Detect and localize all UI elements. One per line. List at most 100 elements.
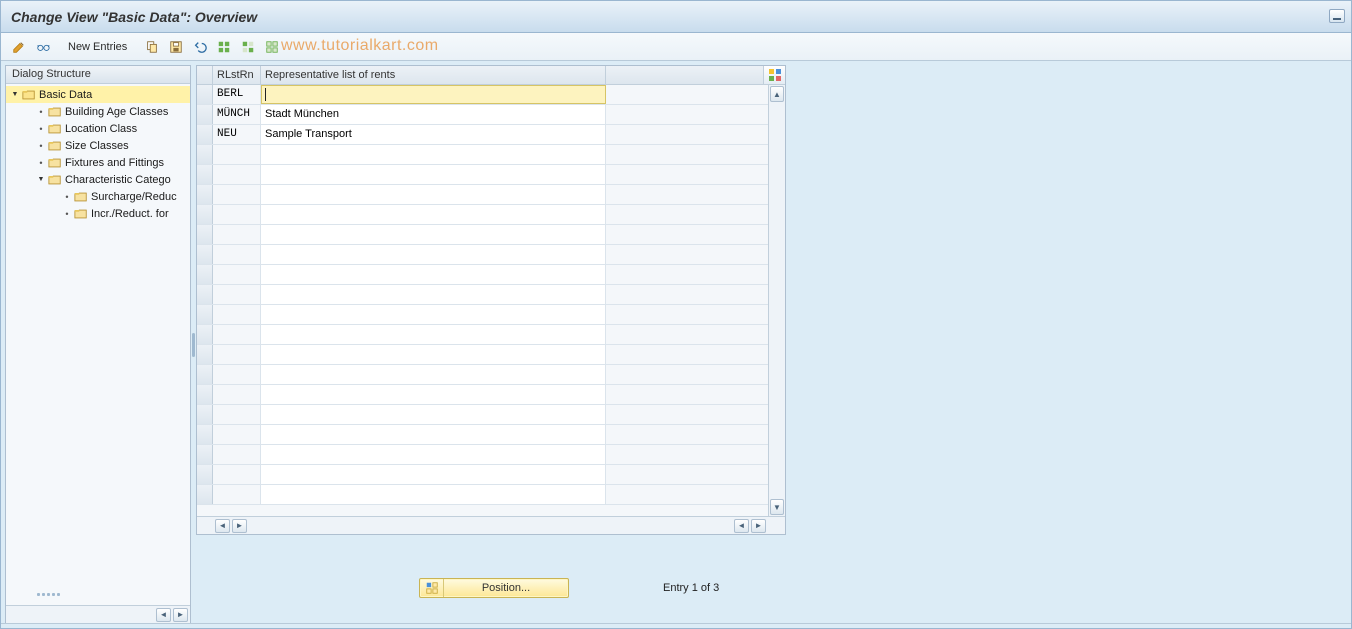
scroll-left-icon[interactable]: ◄ xyxy=(734,519,749,533)
scroll-right-icon[interactable]: ► xyxy=(173,608,188,622)
cell-rlstrn[interactable] xyxy=(213,405,261,424)
row-selector[interactable] xyxy=(197,85,213,104)
cell-rlstrn[interactable] xyxy=(213,365,261,384)
row-selector[interactable] xyxy=(197,325,213,344)
row-selector[interactable] xyxy=(197,365,213,384)
select-all-icon[interactable] xyxy=(214,37,234,57)
cell-representative-list[interactable] xyxy=(261,185,606,204)
scroll-right-icon[interactable]: ► xyxy=(751,519,766,533)
cell-representative-list[interactable] xyxy=(261,385,606,404)
save-icon[interactable] xyxy=(166,37,186,57)
select-block-icon[interactable] xyxy=(238,37,258,57)
row-selector[interactable] xyxy=(197,125,213,144)
row-selector[interactable] xyxy=(197,245,213,264)
cell-representative-list[interactable] xyxy=(261,465,606,484)
tree-node[interactable]: Fixtures and Fittings xyxy=(6,154,190,171)
row-selector[interactable] xyxy=(197,385,213,404)
column-header-rlstrn[interactable]: RLstRn xyxy=(213,66,261,84)
cell-rlstrn[interactable] xyxy=(213,225,261,244)
cell-rlstrn[interactable] xyxy=(213,285,261,304)
scroll-track[interactable] xyxy=(769,103,785,498)
row-selector[interactable] xyxy=(197,345,213,364)
cell-representative-list[interactable] xyxy=(261,145,606,164)
cell-representative-list[interactable] xyxy=(261,485,606,504)
cell-rlstrn[interactable] xyxy=(213,165,261,184)
configure-columns-button[interactable] xyxy=(763,66,785,84)
cell-rlstrn[interactable] xyxy=(213,305,261,324)
select-all-column-header[interactable] xyxy=(197,66,213,84)
dialog-structure-tree[interactable]: Basic DataBuilding Age ClassesLocation C… xyxy=(6,84,190,605)
tree-node[interactable]: Basic Data xyxy=(6,86,190,103)
row-selector[interactable] xyxy=(197,485,213,504)
cell-rlstrn[interactable] xyxy=(213,345,261,364)
cell-representative-list[interactable] xyxy=(261,225,606,244)
row-selector[interactable] xyxy=(197,105,213,124)
cell-representative-list[interactable] xyxy=(261,165,606,184)
cell-representative-list[interactable] xyxy=(261,85,606,104)
tree-node[interactable]: Incr./Reduct. for xyxy=(6,205,190,222)
row-selector[interactable] xyxy=(197,465,213,484)
pencil-icon[interactable] xyxy=(9,37,29,57)
cell-rlstrn[interactable] xyxy=(213,485,261,504)
cell-rlstrn[interactable]: BERL xyxy=(213,85,261,104)
copy-icon[interactable] xyxy=(142,37,162,57)
grid-horizontal-scrollbar[interactable]: ◄ ► ◄ ► xyxy=(197,516,785,534)
scroll-down-icon[interactable]: ▼ xyxy=(770,499,784,515)
row-selector[interactable] xyxy=(197,405,213,424)
cell-representative-list[interactable] xyxy=(261,425,606,444)
cell-rlstrn[interactable] xyxy=(213,145,261,164)
scroll-left-icon[interactable]: ◄ xyxy=(156,608,171,622)
cell-rlstrn[interactable] xyxy=(213,205,261,224)
scroll-up-icon[interactable]: ▲ xyxy=(770,86,784,102)
cell-representative-list[interactable] xyxy=(261,265,606,284)
tree-horizontal-scrollbar[interactable]: ◄ ► xyxy=(6,605,190,623)
cell-representative-list[interactable] xyxy=(261,305,606,324)
row-selector[interactable] xyxy=(197,205,213,224)
glasses-icon[interactable] xyxy=(33,37,53,57)
cell-representative-list[interactable] xyxy=(261,445,606,464)
cell-rlstrn[interactable] xyxy=(213,385,261,404)
cell-rlstrn[interactable] xyxy=(213,465,261,484)
row-selector[interactable] xyxy=(197,425,213,444)
cell-rlstrn[interactable] xyxy=(213,245,261,264)
cell-representative-list[interactable] xyxy=(261,405,606,424)
cell-rlstrn[interactable] xyxy=(213,185,261,204)
row-selector[interactable] xyxy=(197,445,213,464)
cell-representative-list[interactable] xyxy=(261,345,606,364)
tree-node[interactable]: Characteristic Catego xyxy=(6,171,190,188)
cell-representative-list[interactable] xyxy=(261,205,606,224)
deselect-all-icon[interactable] xyxy=(262,37,282,57)
column-header-representative-list[interactable]: Representative list of rents xyxy=(261,66,606,84)
scroll-right-icon[interactable]: ► xyxy=(232,519,247,533)
cell-representative-list[interactable] xyxy=(261,245,606,264)
row-selector[interactable] xyxy=(197,265,213,284)
new-entries-button[interactable]: New Entries xyxy=(61,37,134,57)
cell-rlstrn[interactable] xyxy=(213,445,261,464)
row-selector[interactable] xyxy=(197,165,213,184)
minimize-button[interactable] xyxy=(1329,9,1345,23)
row-selector[interactable] xyxy=(197,285,213,304)
tree-node[interactable]: Surcharge/Reduc xyxy=(6,188,190,205)
tree-resize-handle[interactable] xyxy=(30,593,66,601)
tree-node[interactable]: Location Class xyxy=(6,120,190,137)
cell-rlstrn[interactable] xyxy=(213,325,261,344)
tree-node[interactable]: Building Age Classes xyxy=(6,103,190,120)
tree-node[interactable]: Size Classes xyxy=(6,137,190,154)
cell-representative-list[interactable]: Sample Transport xyxy=(261,125,606,144)
cell-representative-list[interactable] xyxy=(261,285,606,304)
row-selector[interactable] xyxy=(197,185,213,204)
position-button[interactable]: Position... xyxy=(419,578,569,598)
row-selector[interactable] xyxy=(197,225,213,244)
row-selector[interactable] xyxy=(197,305,213,324)
cell-representative-list[interactable] xyxy=(261,365,606,384)
cell-rlstrn[interactable]: MÜNCH xyxy=(213,105,261,124)
undo-icon[interactable] xyxy=(190,37,210,57)
cell-representative-list[interactable]: Stadt München xyxy=(261,105,606,124)
chevron-down-icon[interactable] xyxy=(10,90,20,100)
cell-rlstrn[interactable] xyxy=(213,265,261,284)
grid-vertical-scrollbar[interactable]: ▲ ▼ xyxy=(768,85,785,516)
cell-rlstrn[interactable] xyxy=(213,425,261,444)
cell-representative-list[interactable] xyxy=(261,325,606,344)
scroll-left-icon[interactable]: ◄ xyxy=(215,519,230,533)
chevron-down-icon[interactable] xyxy=(36,175,46,185)
